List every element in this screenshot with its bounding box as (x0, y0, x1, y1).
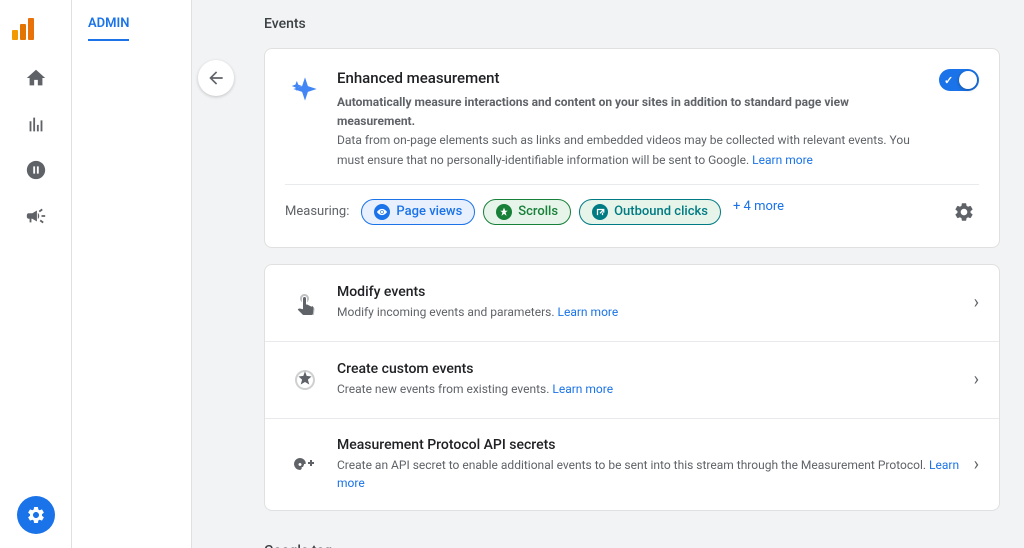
measuring-label: Measuring: (285, 204, 349, 219)
scroll-icon (499, 207, 509, 217)
sidebar-item-home[interactable] (0, 56, 71, 102)
custom-events-icon (293, 368, 317, 392)
logo-bar-1 (12, 30, 18, 40)
scrolls-label: Scrolls (518, 204, 558, 219)
toggle-dot (959, 71, 977, 89)
main-content: Events Enhanced measurement Automaticall… (240, 0, 1024, 548)
enhanced-title: Enhanced measurement (337, 69, 927, 87)
enhanced-desc: Automatically measure interactions and c… (337, 93, 927, 170)
chip-scrolls[interactable]: Scrolls (483, 199, 571, 225)
sidebar-item-reports[interactable] (0, 102, 71, 148)
back-arrow-icon (206, 68, 226, 88)
main-sidebar (0, 0, 72, 548)
modify-events-content: Modify events Modify incoming events and… (337, 284, 966, 321)
advertising-icon (25, 205, 47, 227)
logo-area (0, 8, 71, 56)
measuring-settings-button[interactable] (949, 197, 979, 227)
back-area (192, 0, 240, 548)
analytics-logo (12, 16, 34, 40)
eye-icon (377, 207, 387, 217)
enhanced-desc-bold: Automatically measure interactions and c… (337, 95, 849, 128)
measurement-protocol-title: Measurement Protocol API secrets (337, 437, 966, 453)
modify-events-title: Modify events (337, 284, 966, 300)
hand-pointer-icon (293, 291, 317, 315)
bar-chart-icon (25, 113, 47, 135)
create-custom-events-learn-more[interactable]: Learn more (552, 382, 613, 396)
explore-icon (25, 159, 47, 181)
measurement-protocol-icon (285, 444, 325, 484)
enhanced-title-area: Enhanced measurement Automatically measu… (337, 69, 927, 170)
admin-tab[interactable]: ADMIN (88, 16, 129, 41)
measurement-protocol-item[interactable]: Measurement Protocol API secrets Create … (265, 419, 999, 510)
enhanced-header: Enhanced measurement Automatically measu… (285, 69, 979, 170)
toggle-area[interactable]: ✓ (939, 69, 979, 91)
create-custom-events-chevron: › (974, 369, 979, 390)
create-custom-events-title: Create custom events (337, 361, 966, 377)
chip-outbound-clicks[interactable]: Outbound clicks (579, 199, 721, 225)
measuring-row: Measuring: Page views (285, 184, 979, 227)
modify-events-learn-more[interactable]: Learn more (558, 305, 619, 319)
modify-events-icon (285, 283, 325, 323)
measurement-protocol-content: Measurement Protocol API secrets Create … (337, 437, 966, 492)
home-icon (25, 67, 47, 89)
measurement-protocol-chevron: › (974, 454, 979, 475)
enhanced-desc-text: Data from on-page elements such as links… (337, 133, 910, 166)
modify-events-item[interactable]: Modify events Modify incoming events and… (265, 265, 999, 342)
enhanced-icon (285, 69, 325, 109)
logo-bar-2 (20, 24, 26, 40)
events-section-title: Events (240, 0, 1024, 40)
measure-chips: Page views Scrolls (361, 199, 949, 225)
key-icon (293, 452, 317, 476)
sidebar-item-explore[interactable] (0, 148, 71, 194)
enhanced-measurement-card: Enhanced measurement Automatically measu… (264, 48, 1000, 248)
admin-section: ADMIN (72, 0, 191, 41)
click-icon (595, 207, 605, 217)
page-views-icon (374, 204, 390, 220)
events-items-card: Modify events Modify incoming events and… (264, 264, 1000, 511)
settings-icon (26, 505, 46, 525)
google-tag-section-title: Google tag (240, 527, 1024, 548)
create-custom-events-desc: Create new events from existing events. … (337, 380, 966, 398)
gear-icon (953, 201, 975, 223)
sidebar-item-settings[interactable] (17, 496, 55, 536)
create-custom-events-item[interactable]: Create custom events Create new events f… (265, 342, 999, 419)
sidebar-item-advertising[interactable] (0, 194, 71, 240)
back-button[interactable] (198, 60, 234, 96)
modify-events-chevron: › (974, 292, 979, 313)
enhanced-toggle[interactable]: ✓ (939, 69, 979, 91)
page-views-label: Page views (396, 204, 462, 219)
scrolls-icon (496, 204, 512, 220)
modify-events-desc: Modify incoming events and parameters. L… (337, 303, 966, 321)
more-link[interactable]: + 4 more (733, 199, 784, 225)
sparkles-icon (291, 75, 319, 103)
outbound-clicks-icon (592, 204, 608, 220)
enhanced-learn-more[interactable]: Learn more (752, 153, 813, 167)
create-custom-events-content: Create custom events Create new events f… (337, 361, 966, 398)
logo-bar-3 (28, 18, 34, 40)
toggle-check-mark: ✓ (944, 74, 953, 87)
measurement-protocol-desc: Create an API secret to enable additiona… (337, 456, 966, 492)
chip-page-views[interactable]: Page views (361, 199, 475, 225)
create-custom-events-icon (285, 360, 325, 400)
secondary-sidebar: ADMIN (72, 0, 192, 548)
outbound-clicks-label: Outbound clicks (614, 204, 708, 219)
